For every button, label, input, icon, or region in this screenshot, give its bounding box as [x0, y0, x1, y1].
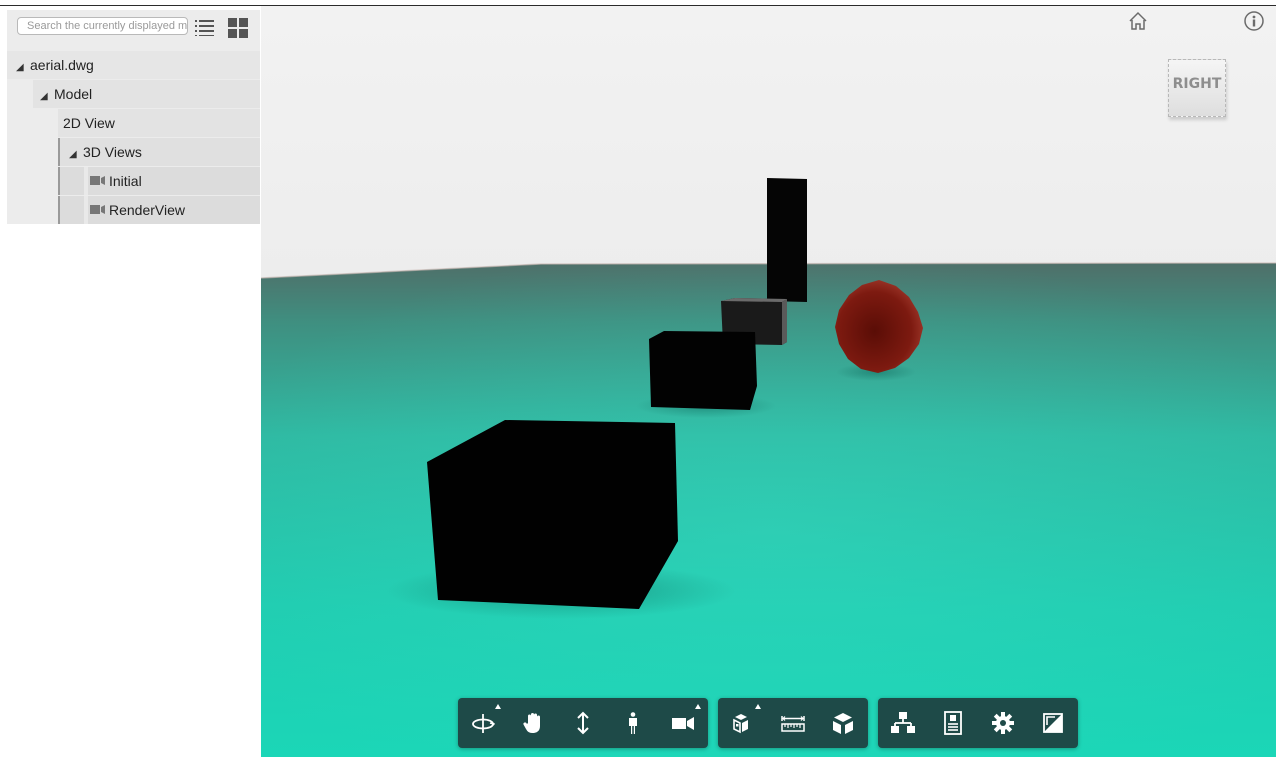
medium-box[interactable] — [649, 331, 757, 410]
small-box-side — [782, 299, 787, 345]
camera-view-icon — [90, 175, 105, 185]
info-icon[interactable] — [1243, 10, 1265, 32]
first-person-icon — [629, 712, 637, 734]
tree-item-label: 2D View — [63, 115, 115, 131]
3d-viewport[interactable]: RIGHT — [261, 6, 1276, 757]
settings-toolbar-group — [878, 698, 1078, 748]
properties-button[interactable] — [928, 698, 978, 748]
pan-button[interactable] — [508, 698, 558, 748]
fullscreen-button[interactable] — [1028, 698, 1078, 748]
pan-icon — [523, 713, 540, 733]
expand-triangle-icon[interactable]: ◢ — [16, 54, 30, 82]
tree-item-label: RenderView — [109, 202, 186, 218]
tree-item-label: 3D Views — [83, 144, 142, 160]
submenu-arrow-icon — [495, 704, 501, 709]
list-view-icon[interactable] — [194, 17, 216, 39]
tall-pillar[interactable] — [767, 178, 807, 302]
camera-view-icon — [90, 204, 105, 214]
tree-item-3d-views[interactable]: ◢ 3D Views — [58, 138, 260, 166]
fullscreen-icon — [1043, 713, 1063, 733]
settings-button[interactable] — [978, 698, 1028, 748]
dolly-icon — [577, 711, 589, 735]
navigation-toolbar-group — [458, 698, 708, 748]
tree-item-label: aerial.dwg — [30, 57, 94, 73]
tree-item-label: Model — [54, 86, 93, 102]
tree-item-2d-view[interactable]: 2D View — [58, 109, 260, 137]
tree-item-renderview[interactable]: RenderView — [58, 196, 260, 224]
section-button[interactable] — [818, 698, 868, 748]
grid-view-icon[interactable] — [227, 17, 249, 39]
model-browser-panel: ◢aerial.dwg ◢Model 2D View ◢3D Views Ini… — [7, 10, 260, 224]
model-browser-header — [7, 10, 260, 50]
tree-item-initial[interactable]: Initial — [58, 167, 260, 195]
first-person-button[interactable] — [608, 698, 658, 748]
view-cube[interactable]: RIGHT — [1166, 54, 1228, 124]
settings-icon — [992, 712, 1014, 734]
expand-triangle-icon[interactable]: ◢ — [69, 141, 83, 169]
properties-icon — [944, 711, 962, 735]
3d-scene[interactable] — [261, 6, 1276, 757]
home-icon[interactable] — [1127, 10, 1149, 32]
large-cube[interactable] — [427, 420, 678, 609]
tree-item-label: Initial — [109, 173, 142, 189]
view-cube-label: RIGHT — [1172, 76, 1222, 92]
expand-triangle-icon[interactable]: ◢ — [40, 83, 54, 111]
measure-button[interactable] — [768, 698, 818, 748]
orbit-button[interactable] — [458, 698, 508, 748]
model-browser-button[interactable] — [878, 698, 928, 748]
search-input[interactable] — [17, 17, 188, 35]
tree-item-model[interactable]: ◢ Model — [33, 80, 260, 108]
model-browser-icon — [891, 712, 915, 733]
submenu-arrow-icon — [755, 704, 761, 709]
modeling-toolbar-group — [718, 698, 868, 748]
orbit-icon — [472, 714, 495, 733]
camera-button[interactable] — [658, 698, 708, 748]
explode-icon — [733, 714, 748, 734]
dolly-button[interactable] — [558, 698, 608, 748]
explode-button[interactable] — [718, 698, 768, 748]
tree-item-file[interactable]: ◢ aerial.dwg — [7, 51, 260, 79]
section-icon — [833, 713, 853, 734]
measure-icon — [781, 716, 805, 732]
camera-icon — [672, 717, 694, 730]
submenu-arrow-icon — [695, 704, 701, 709]
